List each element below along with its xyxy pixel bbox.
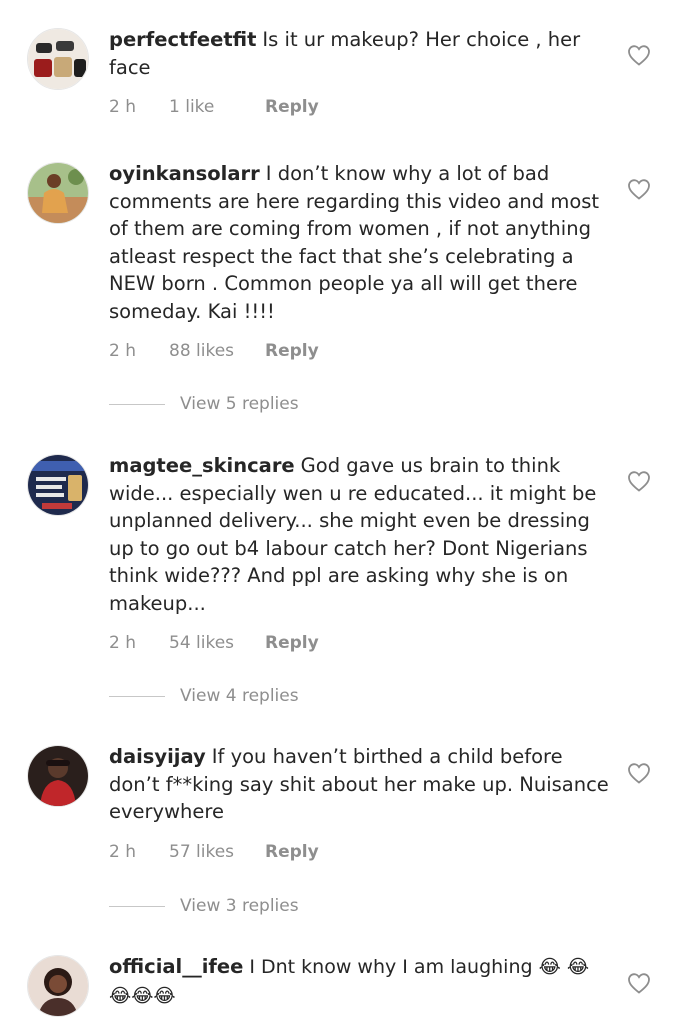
comment-body: daisyijay If you haven’t birthed a child … [109,743,609,862]
comment-body: magtee_skincare God gave us brain to thin… [109,452,609,653]
comment-text-block: daisyijay If you haven’t birthed a child … [109,743,609,826]
avatar[interactable] [27,162,89,224]
view-replies-label: View 5 replies [180,394,299,414]
reply-button[interactable]: Reply [265,633,319,653]
reply-button[interactable]: Reply [265,341,319,361]
view-replies-button[interactable]: View 4 replies [109,686,299,706]
comment-username[interactable]: official__ifee [109,955,243,978]
comment-text-block: oyinkansolarr I don’t know why a lot of b… [109,160,609,325]
view-replies-button[interactable]: View 3 replies [109,896,299,916]
comment-likes[interactable]: 1 like [169,97,265,117]
avatar[interactable] [27,745,89,807]
heart-outline-icon[interactable] [627,178,651,200]
comment-text-block: perfectfeetfit Is it ur makeup? Her choic… [109,26,609,81]
comment-time: 2 h [109,841,136,862]
comment-meta: 2 h 54 likes Reply [109,633,609,653]
comment-likes[interactable]: 54 likes [169,633,265,653]
comment-username[interactable]: oyinkansolarr [109,162,260,185]
comment-text-block: magtee_skincare God gave us brain to thin… [109,452,609,617]
reply-button[interactable]: Reply [265,97,319,117]
heart-outline-icon[interactable] [627,470,651,492]
view-replies-label: View 4 replies [180,686,299,706]
comment-username[interactable]: perfectfeetfit [109,28,256,51]
avatar[interactable] [27,454,89,516]
comment-meta: 2 h 88 likes Reply [109,341,609,361]
divider [109,905,165,907]
comment-time: 2 h [109,341,136,361]
heart-outline-icon[interactable] [627,762,651,784]
comment-meta: 2 h 57 likes Reply [109,842,609,862]
avatar[interactable] [27,955,89,1017]
comment-likes[interactable]: 88 likes [169,341,265,361]
comment-likes[interactable]: 57 likes [169,842,265,862]
comment-body: official__ifee I Dnt know why I am laughi… [109,953,609,1010]
comment-username[interactable]: daisyijay [109,745,206,768]
view-replies-label: View 3 replies [180,896,299,916]
comment-text: I don’t know why a lot of bad comments a… [109,162,600,323]
heart-outline-icon[interactable] [627,44,651,66]
comment-text: God gave us brain to think wide... espec… [109,454,597,615]
heart-outline-icon[interactable] [627,972,651,994]
comment-time: 2 h [109,97,136,117]
avatar[interactable] [27,28,89,90]
view-replies-button[interactable]: View 5 replies [109,394,299,414]
comment-body: perfectfeetfit Is it ur makeup? Her choic… [109,26,609,117]
comment-meta: 2 h 1 like Reply [109,97,609,117]
divider [109,403,165,405]
comment-username[interactable]: magtee_skincare [109,454,295,477]
reply-button[interactable]: Reply [265,842,319,862]
comment-text-block: official__ifee I Dnt know why I am laughi… [109,953,609,1010]
comment-time: 2 h [109,633,136,653]
divider [109,695,165,697]
comment-body: oyinkansolarr I don’t know why a lot of b… [109,160,609,361]
